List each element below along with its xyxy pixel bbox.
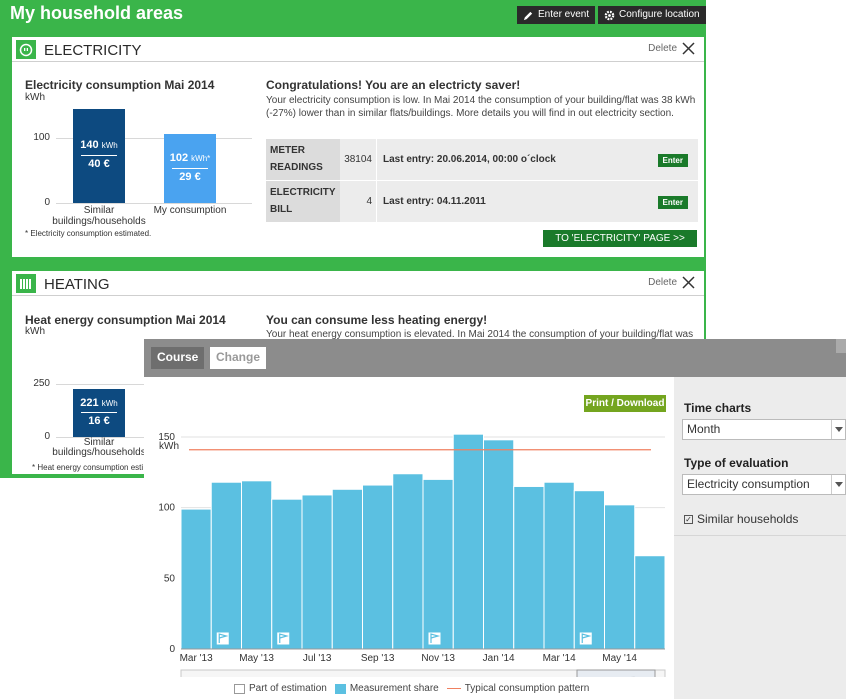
grid-line bbox=[56, 203, 252, 204]
bar-similar: 140 kWh 40 € bbox=[73, 109, 125, 203]
heating-panel-header: HEATING Delete bbox=[12, 271, 704, 296]
heating-message-title: You can consume less heating energy! bbox=[266, 313, 488, 327]
bar-similar-heating: 221 kWh 16 € bbox=[73, 389, 125, 437]
chart-legend: Part of estimation Measurement share Typ… bbox=[234, 683, 589, 694]
electricity-title: ELECTRICITY bbox=[44, 42, 142, 59]
delete-heating-button[interactable]: Delete bbox=[648, 275, 696, 290]
chart-area: Print / Download kWh 0 50 100 150 Mar '13 May … bbox=[144, 377, 674, 699]
x-tick-label: Sep '13 bbox=[361, 653, 395, 664]
xlabel-similar: Similar buildings/households bbox=[52, 205, 146, 227]
tab-course[interactable]: Course bbox=[151, 347, 205, 369]
checkbox-checked-icon: ✓ bbox=[684, 514, 693, 524]
electricity-panel-header: ELECTRICITY Delete bbox=[12, 37, 704, 62]
legend-measurement[interactable]: Measurement share bbox=[334, 683, 439, 694]
electricity-note: * Electricity consumption estimated. bbox=[25, 229, 152, 238]
time-charts-select[interactable]: Month bbox=[682, 419, 846, 440]
xlabel-my: My consumption bbox=[153, 205, 227, 216]
flag-icon[interactable] bbox=[428, 632, 441, 645]
enter-meter-button[interactable]: Enter bbox=[657, 154, 688, 167]
flag-icon[interactable] bbox=[216, 632, 229, 645]
navigator-selection bbox=[576, 669, 656, 677]
chart-options-sidebar: Time charts Month Type of evaluation Ele… bbox=[674, 377, 846, 699]
electricity-message-title: Congratulations! You are an electricty s… bbox=[266, 78, 521, 92]
chart-bar bbox=[180, 508, 212, 650]
chart-bar bbox=[573, 490, 605, 650]
tick-250: 250 bbox=[33, 378, 50, 389]
legend-typical[interactable]: Typical consumption pattern bbox=[446, 683, 589, 694]
electricity-chart-title: Electricity consumption Mai 2014 bbox=[25, 78, 215, 92]
chart-bar bbox=[210, 481, 242, 650]
x-tick-label: May '13 bbox=[239, 653, 274, 664]
popup-tabs: Course Change bbox=[144, 339, 846, 377]
y-tick-label: 0 bbox=[169, 644, 175, 655]
chart-bar bbox=[331, 488, 363, 650]
chart-bar bbox=[271, 498, 303, 650]
chevron-down-icon bbox=[831, 420, 845, 439]
chevron-down-icon bbox=[831, 475, 845, 494]
y-tick-label: 100 bbox=[158, 503, 175, 514]
enter-bill-button[interactable]: Enter bbox=[657, 196, 688, 209]
chart-bar bbox=[543, 481, 575, 650]
chart-bar bbox=[634, 555, 666, 650]
evaluation-label: Type of evaluation bbox=[684, 456, 789, 470]
consumption-chart: kWh050100150Mar '13 May '13 Jul '13 Sep '13… bbox=[158, 432, 666, 677]
chart-bar bbox=[604, 504, 636, 650]
heating-title: HEATING bbox=[44, 276, 110, 293]
xlabel-similar-heating: Similar buildings/households bbox=[52, 437, 146, 458]
configure-location-button[interactable]: Configure location bbox=[598, 6, 706, 24]
gear-icon bbox=[604, 10, 615, 20]
heating-unit: kWh bbox=[25, 326, 45, 337]
chart-bar bbox=[392, 473, 424, 650]
time-charts-label: Time charts bbox=[684, 401, 752, 415]
y-tick-label: 150 bbox=[158, 432, 175, 443]
tick-100: 100 bbox=[33, 132, 50, 143]
plug-icon bbox=[16, 40, 36, 59]
grid-line bbox=[56, 384, 146, 385]
legend-estimation[interactable]: Part of estimation bbox=[234, 683, 327, 694]
electricity-message-text: Your electricity consumption is low. In … bbox=[266, 95, 696, 119]
table-row: METER READINGS 38104 Last entry: 20.06.20… bbox=[266, 139, 698, 181]
x-tick-label: Jan '14 bbox=[483, 653, 515, 664]
chart-bar bbox=[362, 484, 394, 650]
chart-bar bbox=[422, 478, 454, 650]
flag-icon[interactable] bbox=[277, 632, 290, 645]
chart-bar bbox=[513, 485, 545, 650]
chart-bar bbox=[483, 439, 515, 650]
electricity-panel: ELECTRICITY Delete Electricity consumpti… bbox=[12, 37, 704, 257]
electricity-unit: kWh bbox=[25, 92, 45, 103]
electricity-page-button[interactable]: TO 'ELECTRICITY' PAGE >> bbox=[543, 230, 697, 247]
dashboard-header: My household areas Enter event Configure… bbox=[0, 0, 706, 28]
help-icon[interactable] bbox=[836, 339, 846, 353]
table-row: ELECTRICITY BILL 4 Last entry: 04.11.2011… bbox=[266, 181, 698, 223]
chart-bar bbox=[241, 480, 273, 650]
readings-table: METER READINGS 38104 Last entry: 20.06.20… bbox=[266, 139, 698, 223]
heating-note: * Heat energy consumption esti bbox=[32, 463, 144, 472]
flag-icon[interactable] bbox=[579, 632, 592, 645]
close-icon bbox=[682, 42, 695, 55]
delete-electricity-button[interactable]: Delete bbox=[648, 41, 696, 56]
similar-households-checkbox[interactable]: ✓ Similar households bbox=[684, 512, 798, 526]
x-tick-label: May '14 bbox=[602, 653, 637, 664]
tick-0: 0 bbox=[44, 431, 50, 442]
divider bbox=[674, 535, 846, 536]
x-tick-label: Mar '13 bbox=[180, 653, 213, 664]
bar-my-consumption: 102 kWh* 29 € bbox=[164, 134, 216, 203]
close-icon bbox=[682, 276, 695, 289]
chart-bar bbox=[301, 494, 333, 650]
y-tick-label: 50 bbox=[164, 573, 176, 584]
x-tick-label: Mar '14 bbox=[543, 653, 576, 664]
dashboard-title: My household areas bbox=[10, 3, 184, 23]
chart-bar bbox=[452, 433, 484, 650]
radiator-icon bbox=[16, 274, 36, 293]
heating-chart-title: Heat energy consumption Mai 2014 bbox=[25, 313, 226, 327]
x-tick-label: Jul '13 bbox=[303, 653, 332, 664]
x-tick-label: Nov '13 bbox=[421, 653, 455, 664]
pencil-icon bbox=[523, 11, 533, 20]
consumption-popup: Course Change Print / Download kWh 0 50 100… bbox=[144, 339, 846, 699]
enter-event-button[interactable]: Enter event bbox=[517, 6, 596, 24]
tick-0: 0 bbox=[44, 197, 50, 208]
evaluation-select[interactable]: Electricity consumption bbox=[682, 474, 846, 495]
tab-change[interactable]: Change bbox=[210, 347, 267, 369]
